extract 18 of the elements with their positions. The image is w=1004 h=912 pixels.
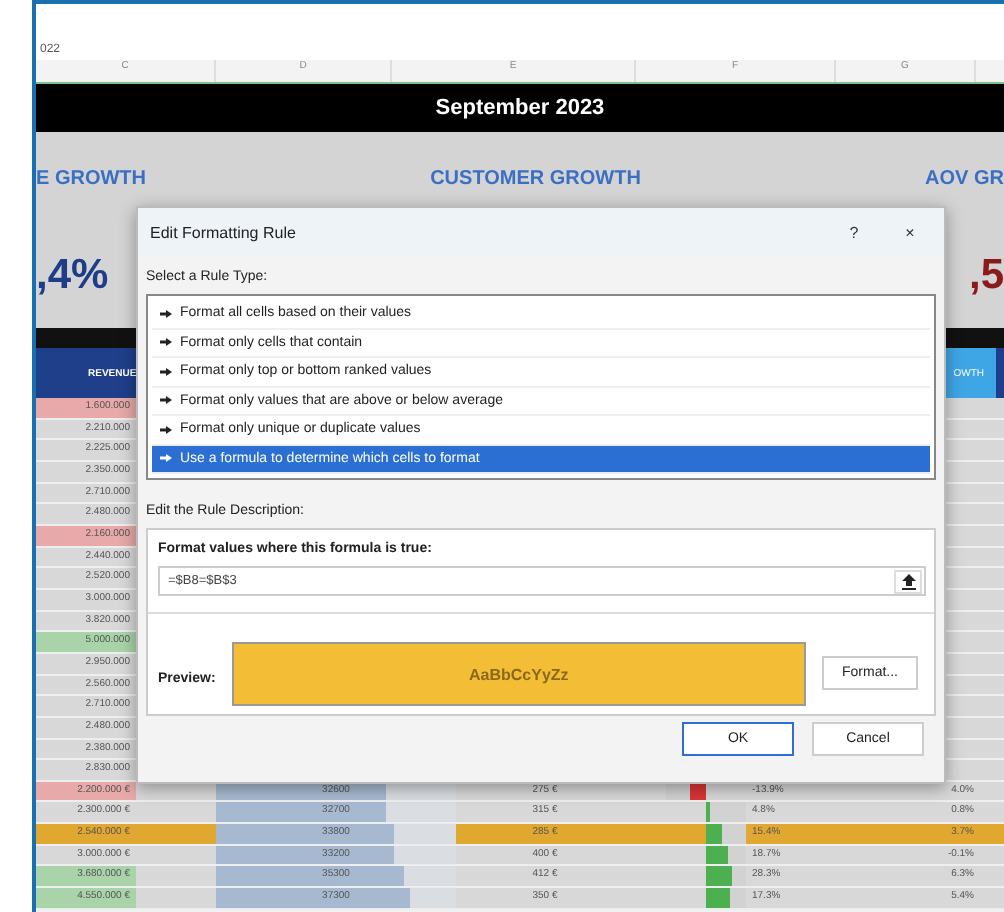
kpi-title: CUSTOMER GROWTH (430, 168, 641, 194)
dialog-title: Edit Formatting Rule (150, 223, 298, 241)
upload-icon (901, 573, 915, 589)
collapse-button[interactable] (894, 569, 922, 593)
kpi-value: ,4% (36, 251, 109, 301)
format-preview: AaBbCcYyZz (231, 642, 806, 706)
close-button[interactable]: × (888, 223, 932, 241)
help-button[interactable]: ? (832, 223, 876, 241)
kpi-value: ,5 (968, 251, 1004, 301)
kpi-title: AOV GR (925, 168, 1004, 194)
arrow-icon (160, 309, 172, 318)
arrow-icon (160, 396, 172, 405)
arrow-icon (160, 425, 172, 434)
arrow-icon (160, 367, 172, 376)
arrow-icon (160, 338, 172, 347)
month-banner: September 2023 (36, 84, 1004, 132)
arrow-icon (160, 454, 172, 463)
kpi-title: E GROWTH (36, 168, 146, 194)
